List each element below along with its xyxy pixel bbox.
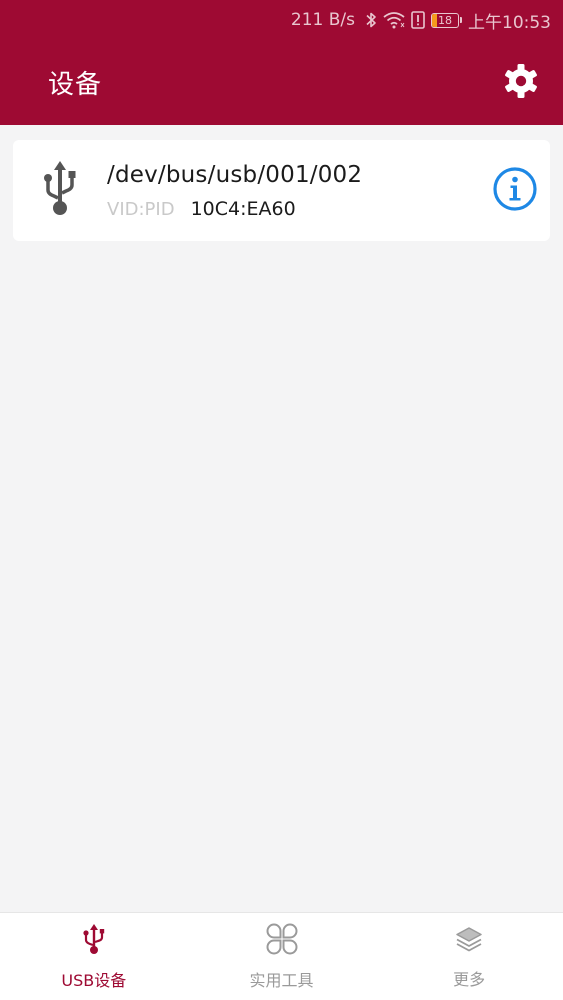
nav-label-tools: 实用工具 [249, 970, 314, 990]
net-speed: 211 B/s [290, 10, 355, 30]
vidpid-row: VID:PID 10C4:EA60 [107, 198, 480, 220]
tools-grid-icon [266, 923, 298, 959]
device-path: /dev/bus/usb/001/002 [107, 161, 363, 188]
info-icon [492, 166, 538, 216]
gear-icon [502, 62, 540, 104]
nav-item-tools[interactable]: 实用工具 [188, 913, 376, 1000]
usb-icon [81, 923, 107, 959]
vidpid-label: VID:PID [107, 198, 175, 220]
app-bar: 设备 [0, 40, 563, 125]
usb-icon [40, 160, 80, 222]
nav-label-usb-devices: USB设备 [61, 970, 127, 990]
layers-icon [454, 924, 484, 958]
alert-icon [411, 11, 425, 29]
battery-icon: 18 [431, 12, 462, 28]
vidpid-value: 10C4:EA60 [190, 197, 296, 220]
settings-button[interactable] [501, 63, 541, 103]
battery-level: 18 [438, 13, 452, 27]
bottom-nav: USB设备 实用工具 更多 [0, 912, 563, 1000]
device-card[interactable]: /dev/bus/usb/001/002 VID:PID 10C4:EA60 [13, 140, 550, 241]
app-root: 211 B/s 18 上午10:53 设备 /dev/bus/usb/001/0… [0, 0, 563, 1000]
nav-item-more[interactable]: 更多 [375, 913, 563, 1000]
device-list: /dev/bus/usb/001/002 VID:PID 10C4:EA60 [0, 125, 563, 912]
status-bar: 211 B/s 18 上午10:53 [0, 0, 563, 40]
wifi-icon [383, 11, 405, 29]
page-title: 设备 [48, 70, 103, 100]
device-info-button[interactable] [480, 166, 550, 216]
status-time: 上午10:53 [468, 12, 551, 33]
bluetooth-icon [365, 11, 377, 29]
nav-label-more: 更多 [453, 969, 486, 989]
nav-item-usb-devices[interactable]: USB设备 [0, 913, 188, 1000]
